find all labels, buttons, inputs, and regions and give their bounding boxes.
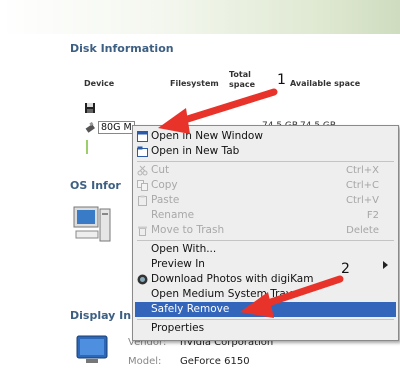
tab-icon [137, 146, 148, 157]
menu-item-safely-remove[interactable]: Safely Remove [135, 302, 396, 317]
menu-item-open-new-tab[interactable]: Open in New Tab [135, 144, 396, 159]
model-value: GeForce 6150 [180, 356, 250, 367]
menu-separator [137, 240, 394, 241]
digikam-icon [137, 274, 148, 285]
model-row: Model: GeForce 6150 [128, 356, 250, 367]
window-icon [137, 131, 148, 142]
column-filesystem: Filesystem [170, 79, 219, 88]
os-section-title: OS Infor [70, 179, 121, 192]
paste-icon [138, 195, 147, 206]
column-total-space: Total space [229, 70, 256, 89]
menu-item-move-to-trash[interactable]: Move to Trash Delete [135, 223, 396, 238]
menu-item-rename[interactable]: Rename F2 [135, 208, 396, 223]
menu-item-open-medium-system-tray[interactable]: Open Medium System Tray [135, 287, 396, 302]
callout-number-1: 1 [277, 72, 286, 88]
column-device: Device [84, 79, 115, 88]
disk-section-title: Disk Information [70, 42, 174, 55]
trash-icon [138, 226, 147, 236]
menu-item-properties[interactable]: Properties [135, 321, 396, 336]
menu-item-preview-in[interactable]: Preview In [135, 257, 396, 272]
display-card-icon [76, 335, 108, 363]
menu-separator [137, 319, 394, 320]
menu-item-paste[interactable]: Paste Ctrl+V [135, 193, 396, 208]
context-menu: Open in New Window Open in New Tab Cut Ct… [132, 125, 399, 341]
copy-icon [137, 180, 148, 191]
callout-number-2: 2 [341, 261, 350, 277]
menu-item-open-new-window[interactable]: Open in New Window [135, 129, 396, 144]
submenu-arrow-icon [383, 261, 388, 269]
menu-item-open-with[interactable]: Open With... [135, 242, 396, 257]
usb-drive-icon[interactable] [84, 122, 96, 134]
usb-device-label[interactable]: 80G M [98, 121, 135, 134]
usage-bar [86, 140, 88, 154]
computer-icon [73, 206, 111, 242]
scissors-icon [137, 165, 148, 176]
header-banner [0, 0, 400, 34]
menu-separator [137, 161, 394, 162]
display-section-title: Display In [70, 309, 132, 322]
menu-item-copy[interactable]: Copy Ctrl+C [135, 178, 396, 193]
model-label: Model: [128, 356, 162, 367]
menu-item-download-photos-digikam[interactable]: Download Photos with digiKam [135, 272, 396, 287]
menu-item-cut[interactable]: Cut Ctrl+X [135, 163, 396, 178]
column-available-space: Available space [290, 79, 361, 88]
floppy-icon[interactable] [84, 102, 96, 114]
